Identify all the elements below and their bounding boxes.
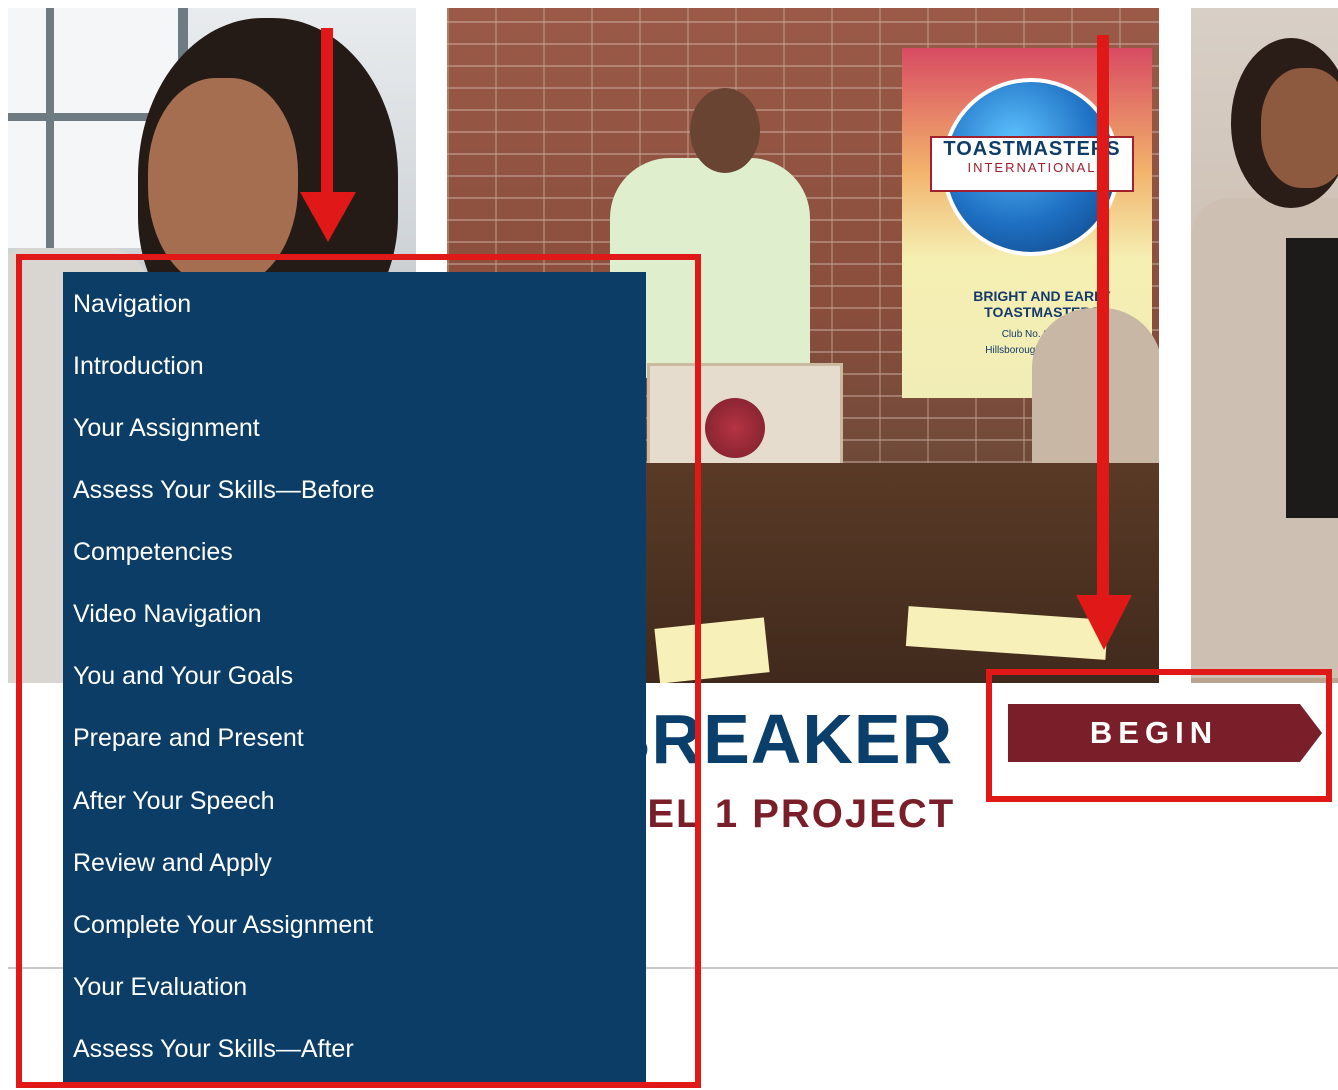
red-down-arrow-icon	[321, 28, 333, 198]
lectern-logo-icon	[705, 398, 765, 458]
red-down-arrow-icon	[300, 192, 356, 242]
hero-photo-right	[1191, 8, 1338, 683]
annotation-box-menu	[16, 254, 701, 1088]
portrait-face	[1261, 68, 1338, 188]
red-down-arrow-icon	[1076, 595, 1132, 650]
banner-org-name: TOASTMASTERS	[943, 138, 1121, 160]
banner-club-line1: BRIGHT AND EARLY	[973, 288, 1111, 304]
red-down-arrow-icon	[1097, 35, 1109, 600]
annotation-box-begin	[986, 669, 1332, 802]
